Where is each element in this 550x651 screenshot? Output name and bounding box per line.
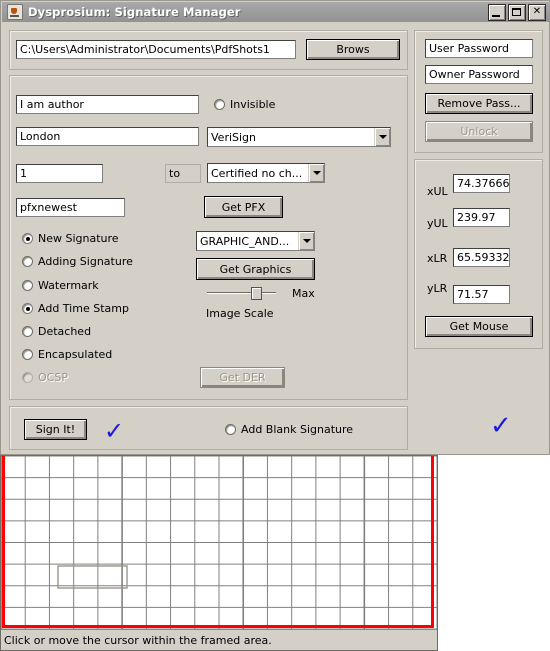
- radio-watermark[interactable]: Watermark: [22, 279, 99, 292]
- signature-manager-window: Dysprosium: Signature Manager ✕ C:\Users…: [0, 0, 550, 455]
- radio-ocsp: OCSP: [22, 371, 68, 384]
- certification-level-value: Certified no ch...: [211, 166, 303, 180]
- page-preview-panel: Click or move the cursor within the fram…: [0, 455, 438, 651]
- radio-label: OCSP: [38, 371, 68, 384]
- radio-dot-icon: [22, 280, 33, 291]
- sign-it-button[interactable]: Sign It!: [24, 419, 87, 440]
- ylr-label: yLR: [427, 282, 448, 295]
- radio-detached[interactable]: Detached: [22, 325, 91, 338]
- app-root: Dysprosium: Signature Manager ✕ C:\Users…: [0, 0, 550, 651]
- chevron-down-icon[interactable]: [298, 232, 314, 250]
- ylr-input[interactable]: 71.57: [453, 285, 510, 304]
- close-button[interactable]: ✕: [528, 4, 546, 21]
- radio-dot-icon: [22, 372, 33, 383]
- certification-level-select[interactable]: Certified no ch...: [207, 163, 325, 183]
- status-text: Click or move the cursor within the fram…: [4, 633, 272, 647]
- radio-label: New Signature: [38, 232, 119, 245]
- radio-label: Encapsulated: [38, 348, 113, 361]
- location-input[interactable]: London: [16, 127, 199, 146]
- page-from-input[interactable]: 1: [16, 164, 103, 183]
- author-input[interactable]: I am author: [16, 95, 199, 114]
- yul-label: yUL: [427, 217, 448, 230]
- radio-add-time-stamp[interactable]: Add Time Stamp: [22, 302, 129, 315]
- radio-label: Detached: [38, 325, 92, 338]
- status-bar: Click or move the cursor within the fram…: [1, 629, 437, 650]
- radio-dot-icon: [22, 303, 33, 314]
- window-titlebar[interactable]: Dysprosium: Signature Manager ✕: [2, 2, 550, 22]
- add-blank-signature-radio[interactable]: Add Blank Signature: [225, 423, 353, 436]
- radio-dot-icon: [22, 349, 33, 360]
- radio-dot-icon: [22, 233, 33, 244]
- sign-check-icon: ✓: [104, 417, 125, 445]
- remove-password-button[interactable]: Remove Pass...: [425, 93, 533, 114]
- radio-label: Adding Signature: [38, 255, 133, 268]
- radio-adding-signature[interactable]: Adding Signature: [22, 255, 133, 268]
- radio-dot-icon: [22, 326, 33, 337]
- graphics-mode-select[interactable]: GRAPHIC_AND...: [196, 231, 315, 251]
- image-scale-slider[interactable]: [207, 285, 276, 302]
- grid-canvas-area[interactable]: [1, 456, 437, 629]
- radio-encapsulated[interactable]: Encapsulated: [22, 348, 112, 361]
- xlr-label: xLR: [427, 252, 448, 265]
- radio-label: Watermark: [38, 279, 99, 292]
- password-panel: User Password Owner Password Remove Pass…: [414, 30, 543, 153]
- coordinates-panel: xUL 74.37666 yUL 239.97 xLR 65.59332 yLR…: [414, 159, 543, 349]
- radio-label: Add Time Stamp: [38, 302, 129, 315]
- status-check-icon: ✓: [490, 411, 512, 441]
- output-path-input[interactable]: C:\Users\Administrator\Documents\PdfShot…: [16, 40, 296, 59]
- grid-lines: [1, 456, 437, 629]
- yul-input[interactable]: 239.97: [453, 208, 510, 227]
- get-pfx-button[interactable]: Get PFX: [204, 196, 283, 218]
- unlock-button: Unlock: [425, 121, 533, 142]
- get-der-button: Get DER: [200, 367, 285, 388]
- radio-dot-icon: [22, 256, 33, 267]
- slider-thumb[interactable]: [251, 287, 263, 300]
- owner-password-input[interactable]: Owner Password: [425, 65, 533, 84]
- pfx-name-input[interactable]: pfxnewest: [16, 198, 125, 217]
- radio-dot-icon: [214, 99, 225, 110]
- xul-label: xUL: [427, 185, 448, 198]
- graphics-mode-value: GRAPHIC_AND...: [200, 234, 290, 248]
- main-options-panel: I am author Invisible London VeriSign 1 …: [9, 75, 408, 400]
- maximize-button[interactable]: [508, 4, 526, 21]
- browse-button[interactable]: Brows: [306, 39, 400, 60]
- chevron-down-icon[interactable]: [374, 128, 390, 146]
- chevron-down-icon[interactable]: [308, 164, 324, 182]
- user-password-input[interactable]: User Password: [425, 39, 533, 58]
- slider-caption: Image Scale: [206, 307, 274, 320]
- certificate-provider-value: VeriSign: [211, 130, 257, 144]
- page-to-label: to: [165, 164, 201, 183]
- get-mouse-button[interactable]: Get Mouse: [425, 316, 533, 337]
- path-panel: C:\Users\Administrator\Documents\PdfShot…: [9, 30, 408, 70]
- minimize-button[interactable]: [488, 4, 506, 21]
- certificate-provider-select[interactable]: VeriSign: [207, 127, 391, 147]
- radio-new-signature[interactable]: New Signature: [22, 232, 119, 245]
- add-blank-signature-label: Add Blank Signature: [241, 423, 354, 436]
- invisible-radio[interactable]: Invisible: [214, 98, 275, 111]
- window-title: Dysprosium: Signature Manager: [28, 5, 241, 19]
- radio-dot-icon: [225, 424, 236, 435]
- window-controls: ✕: [488, 4, 546, 21]
- invisible-radio-label: Invisible: [230, 98, 276, 111]
- xul-input[interactable]: 74.37666: [453, 174, 510, 193]
- slider-max-label: Max: [292, 287, 315, 300]
- java-coffee-cup-icon: [7, 4, 23, 20]
- get-graphics-button[interactable]: Get Graphics: [196, 258, 315, 280]
- slider-track: [207, 292, 276, 294]
- xlr-input[interactable]: 65.59332: [453, 248, 510, 267]
- sign-panel: Sign It! ✓ Add Blank Signature: [9, 406, 408, 450]
